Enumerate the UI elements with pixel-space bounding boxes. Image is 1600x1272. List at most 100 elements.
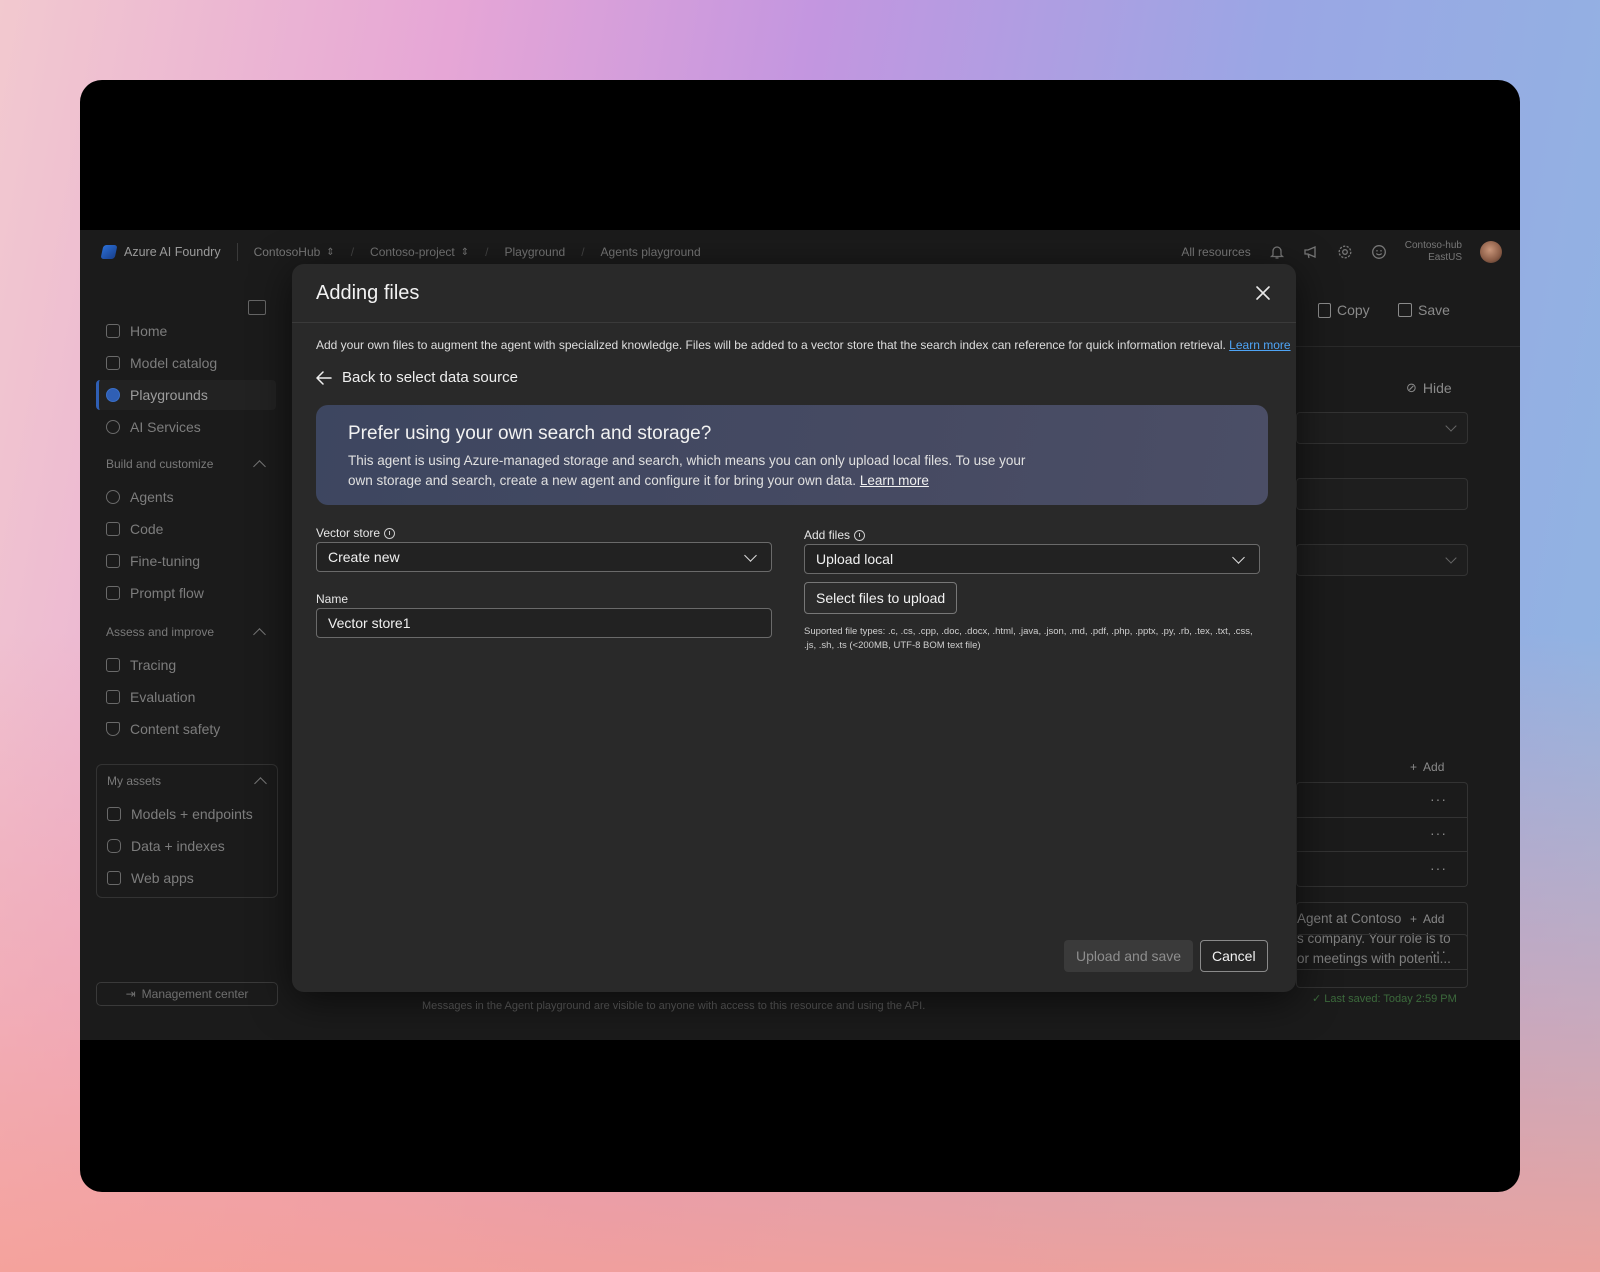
label-text: Vector store (316, 526, 381, 540)
bell-icon[interactable] (1269, 244, 1285, 260)
sidebar-item-fine-tuning[interactable]: Fine-tuning (96, 546, 276, 576)
cancel-button[interactable]: Cancel (1200, 940, 1268, 972)
chat-bubble-icon (106, 388, 120, 402)
sidebar-item-label: AI Services (130, 419, 201, 435)
more-options-icon[interactable]: ··· (1430, 791, 1447, 807)
vector-store-select[interactable]: Create new (316, 542, 772, 572)
learn-more-link[interactable]: Learn more (1229, 338, 1290, 352)
breadcrumb-agents-playground: Agents playground (600, 245, 701, 259)
model-select[interactable] (1296, 544, 1468, 576)
hide-button[interactable]: ⊘ Hide (1406, 380, 1452, 396)
sidebar-item-label: Playgrounds (130, 387, 208, 403)
sidebar-item-model-catalog[interactable]: Model catalog (96, 348, 276, 378)
ai-services-icon (106, 420, 120, 434)
list-item[interactable]: ··· (1296, 934, 1468, 970)
sidebar-item-ai-services[interactable]: AI Services (96, 412, 276, 442)
list-item[interactable]: ··· (1296, 782, 1468, 818)
management-center-button[interactable]: ⇥ Management center (96, 982, 278, 1006)
check-icon: ✓ (1312, 993, 1322, 1005)
select-files-button[interactable]: Select files to upload (804, 582, 958, 614)
copy-button[interactable]: Copy (1318, 302, 1370, 318)
banner-learn-more-link[interactable]: Learn more (860, 473, 929, 488)
sidebar-item-evaluation[interactable]: Evaluation (96, 682, 276, 712)
sidebar-item-label: Content safety (130, 721, 221, 737)
hub-name: Contoso-hub (1404, 240, 1462, 251)
all-resources-link[interactable]: All resources (1181, 245, 1250, 259)
sidebar-item-playgrounds[interactable]: Playgrounds (96, 380, 276, 410)
sidebar-item-agents[interactable]: Agents (96, 482, 276, 512)
copy-icon (1318, 302, 1331, 318)
save-button[interactable]: Save (1398, 302, 1450, 318)
save-label: Save (1418, 302, 1450, 318)
add-label: Add (1423, 760, 1445, 774)
info-icon[interactable] (854, 529, 866, 541)
hide-label: Hide (1422, 380, 1452, 396)
avatar[interactable] (1480, 241, 1502, 263)
info-banner: Prefer using your own search and storage… (316, 405, 1268, 505)
breadcrumb-project[interactable]: Contoso-project (370, 245, 455, 259)
gear-icon[interactable] (1337, 244, 1353, 260)
more-options-icon[interactable]: ··· (1430, 860, 1447, 876)
brand[interactable]: Azure AI Foundry (100, 245, 221, 259)
close-icon[interactable] (1254, 284, 1272, 302)
hub-info[interactable]: Contoso-hub EastUS (1405, 240, 1462, 264)
smiley-icon[interactable] (1371, 244, 1387, 260)
management-center-label: Management center (141, 987, 249, 1001)
section-build-header[interactable]: Build and customize (96, 450, 276, 478)
chevron-down-icon (1445, 552, 1457, 564)
breadcrumb-separator: / (485, 245, 489, 259)
chevron-up-icon[interactable] (253, 627, 266, 641)
name-input[interactable]: Vector store1 (316, 608, 772, 638)
megaphone-icon[interactable] (1303, 244, 1319, 260)
section-title: Assess and improve (106, 625, 215, 639)
deployment-select[interactable] (1296, 412, 1468, 444)
agents-icon (106, 490, 120, 504)
sidebar-item-web-apps[interactable]: Web apps (97, 863, 277, 893)
updown-chevron-icon[interactable]: ⇕ (461, 247, 469, 258)
more-options-icon[interactable]: ··· (1430, 943, 1447, 959)
banner-body: This agent is using Azure-managed storag… (348, 451, 1048, 491)
collapse-sidebar-icon[interactable] (248, 300, 266, 315)
info-icon[interactable] (384, 527, 396, 539)
cube-icon (106, 356, 120, 370)
copy-label: Copy (1337, 302, 1370, 318)
sidebar-item-home[interactable]: Home (96, 316, 276, 346)
sidebar-item-content-safety[interactable]: Content safety (96, 714, 276, 744)
sidebar-item-label: Fine-tuning (130, 553, 201, 569)
add-files-select[interactable]: Upload local (804, 544, 1260, 574)
breadcrumb-playground[interactable]: Playground (504, 245, 565, 259)
list-item[interactable]: ··· (1296, 852, 1468, 887)
list-item[interactable]: ··· (1296, 817, 1468, 852)
sidebar-item-code[interactable]: Code (96, 514, 276, 544)
sidebar-item-label: Model catalog (130, 355, 218, 371)
breadcrumb: ContosoHub ⇕ / Contoso-project ⇕ / Playg… (254, 245, 701, 259)
agent-name-field[interactable] (1296, 478, 1468, 510)
section-assets-header[interactable]: My assets (97, 767, 277, 795)
adding-files-dialog: Adding files Add your own files to augme… (292, 264, 1296, 992)
more-options-icon[interactable]: ··· (1430, 825, 1447, 841)
flask-icon (106, 554, 120, 568)
add-knowledge-button[interactable]: + Add (1410, 760, 1444, 774)
back-to-data-source-button[interactable]: Back to select data source (316, 369, 518, 386)
chevron-up-icon[interactable] (253, 459, 266, 473)
arrow-left-icon (316, 370, 332, 385)
sidebar-item-label: Data + indexes (131, 838, 225, 854)
sidebar-item-label: Web apps (131, 870, 194, 886)
sidebar-item-label: Tracing (130, 657, 177, 673)
sidebar-item-tracing[interactable]: Tracing (96, 650, 276, 680)
add-action-button[interactable]: + Add (1410, 912, 1444, 926)
section-assess-header[interactable]: Assess and improve (96, 618, 276, 646)
sidebar-item-models-endpoints[interactable]: Models + endpoints (97, 799, 277, 829)
add-files-label: Add files (804, 528, 866, 542)
upload-and-save-button[interactable]: Upload and save (1064, 940, 1194, 972)
shield-icon (106, 722, 120, 736)
divider (236, 243, 238, 261)
sidebar-item-data-indexes[interactable]: Data + indexes (97, 831, 277, 861)
updown-chevron-icon[interactable]: ⇕ (326, 247, 334, 258)
sidebar-item-prompt-flow[interactable]: Prompt flow (96, 578, 276, 608)
chevron-up-icon[interactable] (254, 776, 267, 790)
section-title: My assets (107, 774, 162, 788)
sidebar-item-label: Code (130, 521, 164, 537)
breadcrumb-hub[interactable]: ContosoHub (254, 245, 321, 259)
azure-ai-foundry-app: Azure AI Foundry ContosoHub ⇕ / Contoso-… (80, 230, 1520, 1040)
